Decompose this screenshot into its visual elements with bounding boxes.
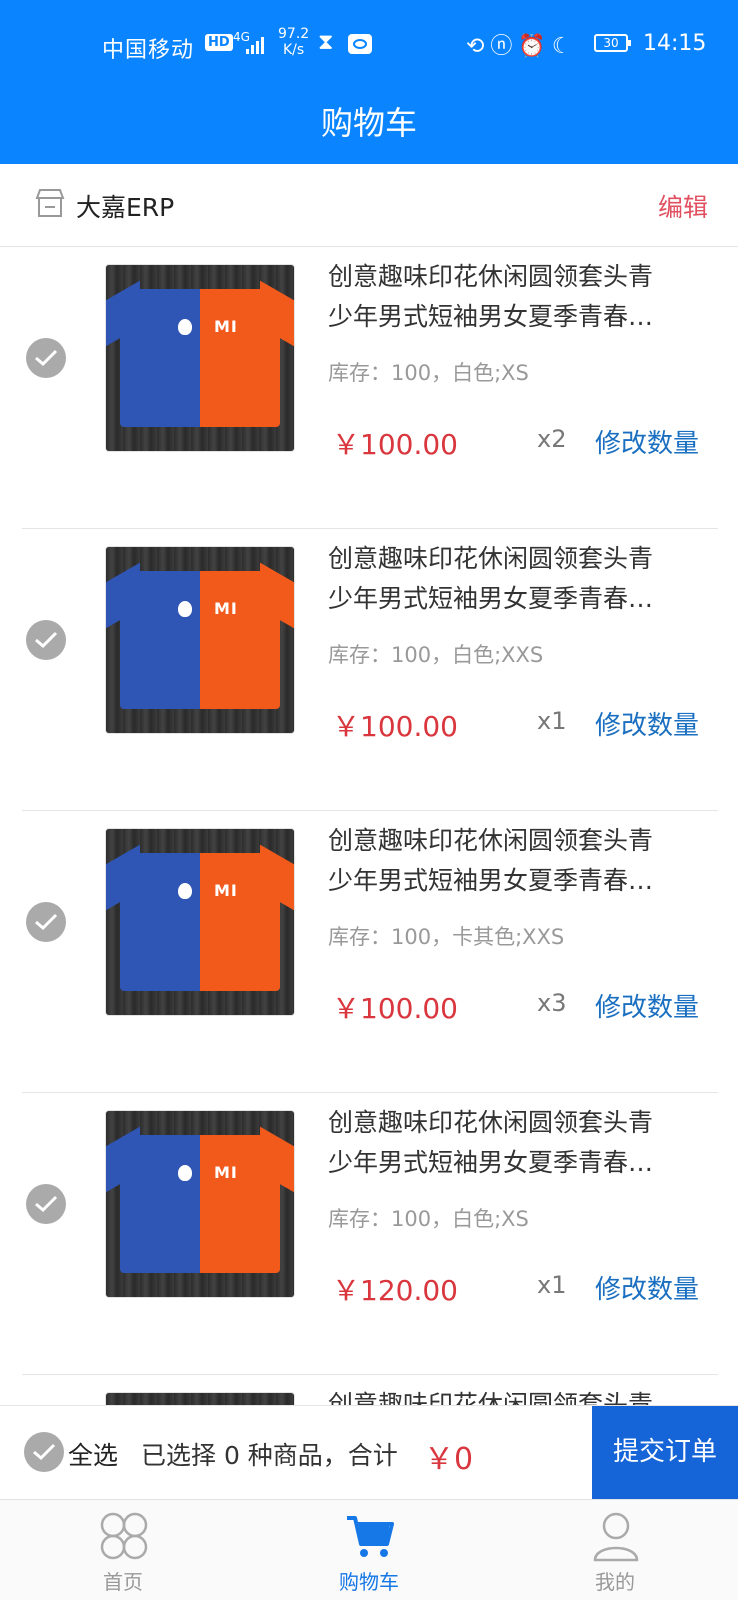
product-spec: 库存：100，白色;XS — [328, 1207, 529, 1231]
hourglass-icon: ⧗ — [318, 30, 334, 55]
home-clover-icon — [100, 1512, 148, 1560]
cart-item: MI 创意趣味印花休闲圆领套头青少年男式短袖男女夏季青春… 库存：100，白色;… — [0, 1093, 738, 1375]
signal-icon — [246, 36, 264, 54]
cart-list: MI 创意趣味印花休闲圆领套头青少年男式短袖男女夏季青春… 库存：100，白色;… — [0, 247, 738, 1405]
total-price: ￥0 — [424, 1442, 474, 1477]
network-speed: 97.2 K/s — [278, 26, 310, 58]
checkmark-icon — [35, 1195, 58, 1213]
product-price: ￥100.00 — [332, 428, 458, 461]
product-quantity: x1 — [537, 1271, 567, 1299]
product-image[interactable]: MI — [105, 546, 295, 734]
store-icon — [35, 189, 65, 217]
cart-item: MI 创意趣味印花休闲圆领套头青少年男式短袖男女夏季青春… — [0, 1375, 738, 1405]
product-price: ￥100.00 — [332, 710, 458, 743]
hd-badge: HD — [205, 34, 233, 51]
clock: 14:15 — [643, 31, 707, 56]
item-checkbox[interactable] — [26, 338, 66, 378]
shop-header: 大嘉ERP 编辑 — [0, 164, 738, 247]
chat-notification-icon — [348, 34, 372, 54]
cart-item: MI 创意趣味印花休闲圆领套头青少年男式短袖男女夏季青春… 库存：100，白色;… — [0, 529, 738, 811]
product-title[interactable]: 创意趣味印花休闲圆领套头青少年男式短袖男女夏季青春… — [328, 539, 673, 619]
product-quantity: x3 — [537, 989, 567, 1017]
product-price: ￥120.00 — [332, 1274, 458, 1307]
checkout-bar: 全选 已选择 0 种商品，合计 ￥0 提交订单 — [0, 1405, 738, 1499]
system-status-icons: ⟲ⓝ⏰☾ — [466, 34, 578, 59]
select-all-label[interactable]: 全选 — [68, 1436, 118, 1472]
cart-item: MI 创意趣味印花休闲圆领套头青少年男式短袖男女夏季青春… 库存：100，卡其色… — [0, 811, 738, 1093]
item-checkbox[interactable] — [26, 620, 66, 660]
modify-quantity-button[interactable]: 修改数量 — [595, 705, 699, 742]
submit-order-button[interactable]: 提交订单 — [592, 1406, 738, 1499]
product-image[interactable]: MI — [105, 828, 295, 1016]
shopping-cart-icon — [347, 1516, 394, 1557]
tab-cart[interactable]: 购物车 — [246, 1500, 492, 1601]
bottom-tab-bar: 首页 购物车 我的 — [0, 1499, 738, 1600]
product-quantity: x2 — [537, 425, 567, 453]
tab-cart-label: 购物车 — [339, 1570, 399, 1594]
shop-name: 大嘉ERP — [76, 193, 175, 222]
tab-home-label: 首页 — [103, 1570, 143, 1594]
tab-home[interactable]: 首页 — [0, 1500, 246, 1601]
selected-summary-text: 已选择 0 种商品，合计 — [141, 1441, 398, 1470]
product-title[interactable]: 创意趣味印花休闲圆领套头青少年男式短袖男女夏季青春… — [328, 1103, 673, 1183]
product-image[interactable]: MI — [105, 264, 295, 452]
top-bar: 中国移动 HD 4G 97.2 K/s ⧗ ⟲ⓝ⏰☾ 30 14:15 购物车 — [0, 0, 738, 164]
modify-quantity-button[interactable]: 修改数量 — [595, 423, 699, 460]
product-price: ￥100.00 — [332, 992, 458, 1025]
checkmark-icon — [33, 1443, 56, 1461]
modify-quantity-button[interactable]: 修改数量 — [595, 987, 699, 1024]
product-title[interactable]: 创意趣味印花休闲圆领套头青少年男式短袖男女夏季青春… — [328, 1385, 673, 1405]
item-checkbox[interactable] — [26, 902, 66, 942]
product-quantity: x1 — [537, 707, 567, 735]
edit-button[interactable]: 编辑 — [658, 188, 708, 224]
cart-item: MI 创意趣味印花休闲圆领套头青少年男式短袖男女夏季青春… 库存：100，白色;… — [0, 247, 738, 529]
product-spec: 库存：100，白色;XS — [328, 361, 529, 385]
item-checkbox[interactable] — [26, 1184, 66, 1224]
user-profile-icon — [593, 1512, 639, 1562]
carrier-name: 中国移动 — [102, 38, 195, 63]
checkmark-icon — [35, 349, 58, 367]
page-title: 购物车 — [320, 104, 417, 142]
tab-mine[interactable]: 我的 — [492, 1500, 738, 1601]
product-spec: 库存：100，卡其色;XXS — [328, 925, 565, 949]
checkmark-icon — [35, 913, 58, 931]
battery-icon: 30 — [594, 34, 631, 52]
product-image[interactable]: MI — [105, 1392, 295, 1405]
product-image[interactable]: MI — [105, 1110, 295, 1298]
select-all-checkbox[interactable] — [24, 1432, 64, 1472]
status-bar: 中国移动 HD 4G 97.2 K/s ⧗ ⟲ⓝ⏰☾ 30 14:15 — [0, 22, 738, 68]
modify-quantity-button[interactable]: 修改数量 — [595, 1269, 699, 1306]
product-title[interactable]: 创意趣味印花休闲圆领套头青少年男式短袖男女夏季青春… — [328, 821, 673, 901]
tab-mine-label: 我的 — [595, 1570, 635, 1594]
checkmark-icon — [35, 631, 58, 649]
product-spec: 库存：100，白色;XXS — [328, 643, 544, 667]
product-title[interactable]: 创意趣味印花休闲圆领套头青少年男式短袖男女夏季青春… — [328, 257, 673, 337]
